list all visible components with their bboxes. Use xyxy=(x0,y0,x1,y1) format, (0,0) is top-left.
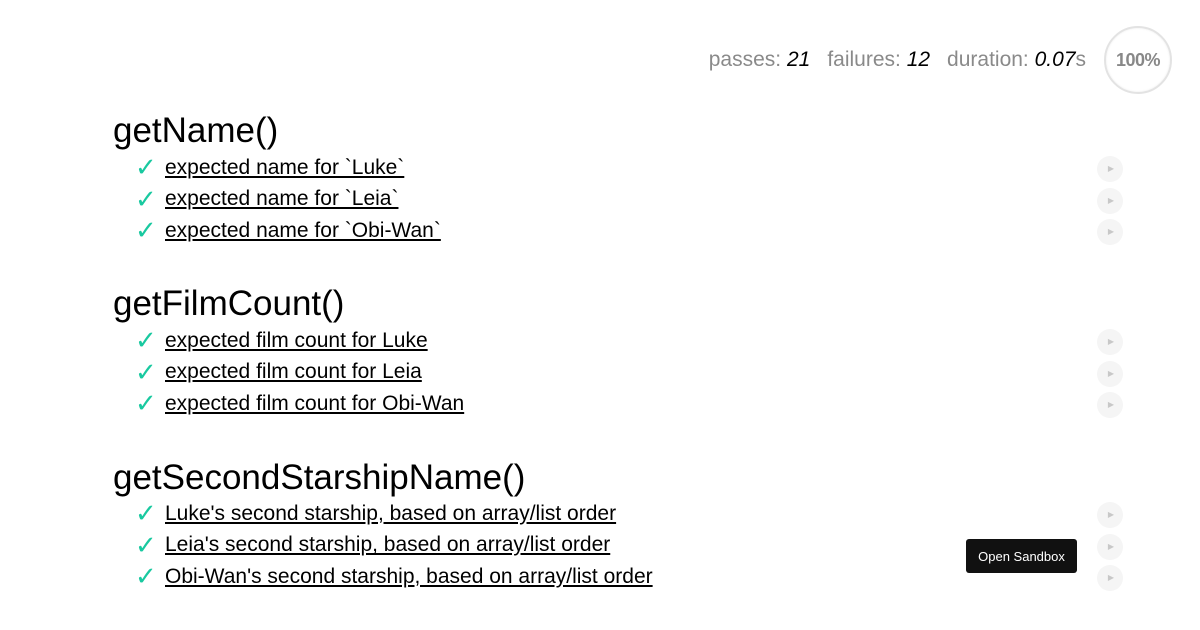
test-title-link[interactable]: Leia's second starship, based on array/l… xyxy=(165,533,610,557)
run-test-button[interactable]: ▶ xyxy=(1097,156,1123,182)
test-row: ✓ expected film count for Luke ▶ xyxy=(113,325,1123,357)
play-icon: ▶ xyxy=(1107,400,1115,409)
run-test-button[interactable]: ▶ xyxy=(1097,360,1123,387)
duration-label: duration: xyxy=(947,48,1029,71)
test-row: ✓ expected name for `Obi-Wan` ▶ xyxy=(113,215,1123,247)
pass-check-icon: ✓ xyxy=(135,389,157,419)
test-title-link[interactable]: Luke's second starship, based on array/l… xyxy=(165,502,616,526)
test-title-link[interactable]: Obi-Wan's second starship, based on arra… xyxy=(165,565,653,589)
duration-value: 0.07 xyxy=(1034,48,1076,71)
failures-label: failures: xyxy=(827,48,901,71)
test-title-link[interactable]: expected film count for Leia xyxy=(165,360,422,384)
pass-check-icon: ✓ xyxy=(135,216,157,246)
passes-stat: passes: 21 xyxy=(709,48,811,72)
play-icon: ▶ xyxy=(1107,337,1115,346)
play-icon: ▶ xyxy=(1107,510,1115,519)
pass-check-icon: ✓ xyxy=(135,357,157,388)
progress-text: 100% xyxy=(1115,49,1161,70)
test-title-link[interactable]: expected film count for Obi-Wan xyxy=(165,392,464,416)
run-test-button[interactable]: ▶ xyxy=(1097,392,1123,418)
play-icon: ▶ xyxy=(1107,573,1115,582)
passes-label: passes: xyxy=(708,48,782,71)
play-icon: ▶ xyxy=(1107,164,1115,173)
test-title-link[interactable]: expected name for `Luke` xyxy=(165,156,404,180)
pass-check-icon: ✓ xyxy=(135,499,157,529)
test-stats: passes: 21 failures: 12 duration: 0.07s xyxy=(709,48,1086,72)
play-icon: ▶ xyxy=(1107,195,1115,205)
passes-value: 21 xyxy=(786,48,811,71)
progress-ring: 100% xyxy=(1104,26,1172,94)
test-row: ✓ Luke's second starship, based on array… xyxy=(113,498,1123,530)
test-row: ✓ expected name for `Leia` ▶ xyxy=(113,184,1123,216)
pass-check-icon: ✓ xyxy=(135,530,157,561)
test-title-link[interactable]: expected film count for Luke xyxy=(165,329,428,353)
play-icon: ▶ xyxy=(1107,227,1115,236)
test-row: ✓ expected name for `Luke` ▶ xyxy=(113,152,1123,184)
pass-check-icon: ✓ xyxy=(135,153,157,183)
run-test-button[interactable]: ▶ xyxy=(1097,219,1123,245)
failures-value: 12 xyxy=(906,48,931,71)
suite-getname: getName() ✓ expected name for `Luke` ▶ ✓… xyxy=(113,111,1123,247)
pass-check-icon: ✓ xyxy=(135,562,157,592)
open-sandbox-tooltip: Open Sandbox xyxy=(966,539,1077,573)
pass-check-icon: ✓ xyxy=(135,326,157,356)
run-test-button[interactable]: ▶ xyxy=(1097,533,1123,560)
pass-check-icon: ✓ xyxy=(135,184,157,215)
play-icon: ▶ xyxy=(1107,541,1115,551)
suite-title: getName() xyxy=(113,111,279,150)
run-test-button[interactable]: ▶ xyxy=(1097,565,1123,591)
run-test-button[interactable]: ▶ xyxy=(1097,187,1123,214)
suite-title: getSecondStarshipName() xyxy=(113,458,526,497)
duration-unit: s xyxy=(1075,48,1087,71)
suite-getfilmcount: getFilmCount() ✓ expected film count for… xyxy=(113,284,1123,420)
test-row: ✓ expected film count for Obi-Wan ▶ xyxy=(113,388,1123,420)
run-test-button[interactable]: ▶ xyxy=(1097,329,1123,355)
duration-stat: duration: 0.07s xyxy=(947,48,1086,72)
test-row: ✓ expected film count for Leia ▶ xyxy=(113,357,1123,389)
suite-title: getFilmCount() xyxy=(113,284,345,323)
test-title-link[interactable]: expected name for `Leia` xyxy=(165,187,398,211)
play-icon: ▶ xyxy=(1107,368,1115,378)
failures-stat: failures: 12 xyxy=(827,48,930,72)
test-title-link[interactable]: expected name for `Obi-Wan` xyxy=(165,219,441,243)
run-test-button[interactable]: ▶ xyxy=(1097,502,1123,528)
